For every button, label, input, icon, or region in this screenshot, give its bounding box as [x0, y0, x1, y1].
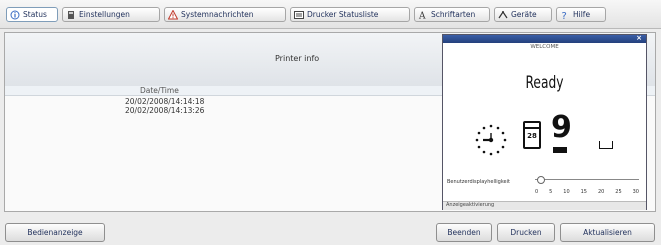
- printer-status-text: Ready: [525, 73, 564, 93]
- slider-tick: 10: [563, 189, 570, 195]
- info-icon: [10, 10, 20, 20]
- devices-icon: [498, 10, 508, 20]
- slider-ticks: 0 5 10 15 20 25 30: [535, 189, 639, 195]
- display-status-bar: Anzeigeaktivierung: [443, 201, 646, 210]
- tab-printer-status-list[interactable]: Drucker Statusliste: [290, 7, 410, 22]
- display-digit: 9: [551, 110, 572, 145]
- svg-text:?: ?: [562, 11, 567, 20]
- panel-title: Printer info: [275, 54, 320, 63]
- slider-tick: 25: [615, 189, 622, 195]
- slider-tick: 0: [535, 189, 539, 195]
- clock-icon: [475, 124, 507, 156]
- display-icons: 28 9: [443, 113, 646, 167]
- slider-track[interactable]: [535, 179, 639, 180]
- tray-icon: [599, 141, 613, 149]
- tab-label: Einstellungen: [79, 10, 130, 19]
- tab-devices[interactable]: Geräte: [494, 7, 552, 22]
- slider-label: Benutzerdisplayhelligkeit: [447, 179, 510, 185]
- calendar-date: 28: [527, 132, 537, 140]
- tab-label: Status: [23, 10, 47, 19]
- warning-icon: [167, 8, 179, 20]
- display-status-text: Anzeigeaktivierung: [446, 202, 495, 208]
- tab-label: Drucker Statusliste: [307, 10, 379, 19]
- list-item[interactable]: 20/02/2008/14:13:26: [125, 106, 204, 115]
- help-icon: ?: [560, 10, 570, 22]
- battery-icon: [553, 147, 567, 153]
- tab-help[interactable]: ? Hilfe: [556, 7, 606, 22]
- slider-tick: 20: [597, 189, 605, 195]
- tab-label: Hilfe: [573, 10, 591, 19]
- column-header-date-time[interactable]: Date/Time: [140, 86, 179, 95]
- display-subtitle: WELCOME: [530, 44, 559, 50]
- print-button[interactable]: Drucken: [497, 223, 555, 242]
- tab-label: Systemnachrichten: [181, 10, 254, 19]
- display-title-bar: ×: [443, 34, 646, 43]
- close-icon[interactable]: ×: [636, 34, 642, 42]
- tab-label: Schriftarten: [431, 10, 476, 19]
- tab-label: Geräte: [511, 10, 537, 19]
- slider-handle[interactable]: [537, 176, 545, 184]
- slider-tick: 15: [580, 189, 587, 195]
- calendar-icon: 28: [523, 121, 541, 149]
- refresh-button[interactable]: Aktualisieren: [560, 223, 655, 242]
- font-icon: A: [418, 10, 428, 21]
- tab-bar: Status Einstellungen Systemnachrichten D…: [0, 0, 661, 29]
- operator-panel-button[interactable]: Bedienanzeige: [5, 223, 105, 242]
- tab-settings[interactable]: Einstellungen: [62, 7, 160, 22]
- settings-icon: [66, 10, 76, 20]
- tab-system-messages[interactable]: Systemnachrichten: [164, 7, 286, 22]
- svg-text:A: A: [418, 11, 426, 20]
- printer-display-window: × WELCOME Ready 28 9 Benutzerdisplayhell…: [442, 34, 647, 210]
- slider-tick: 5: [549, 189, 553, 195]
- list-item[interactable]: 20/02/2008/14:14:18: [125, 97, 204, 106]
- slider-tick: 30: [632, 189, 639, 195]
- exit-button[interactable]: Beenden: [436, 223, 492, 242]
- tab-status[interactable]: Status: [6, 7, 58, 22]
- tab-fonts[interactable]: A Schriftarten: [414, 7, 490, 22]
- list-icon: [294, 10, 304, 20]
- brightness-slider-area: Benutzerdisplayhelligkeit 0 5 10 15 20 2…: [443, 173, 646, 199]
